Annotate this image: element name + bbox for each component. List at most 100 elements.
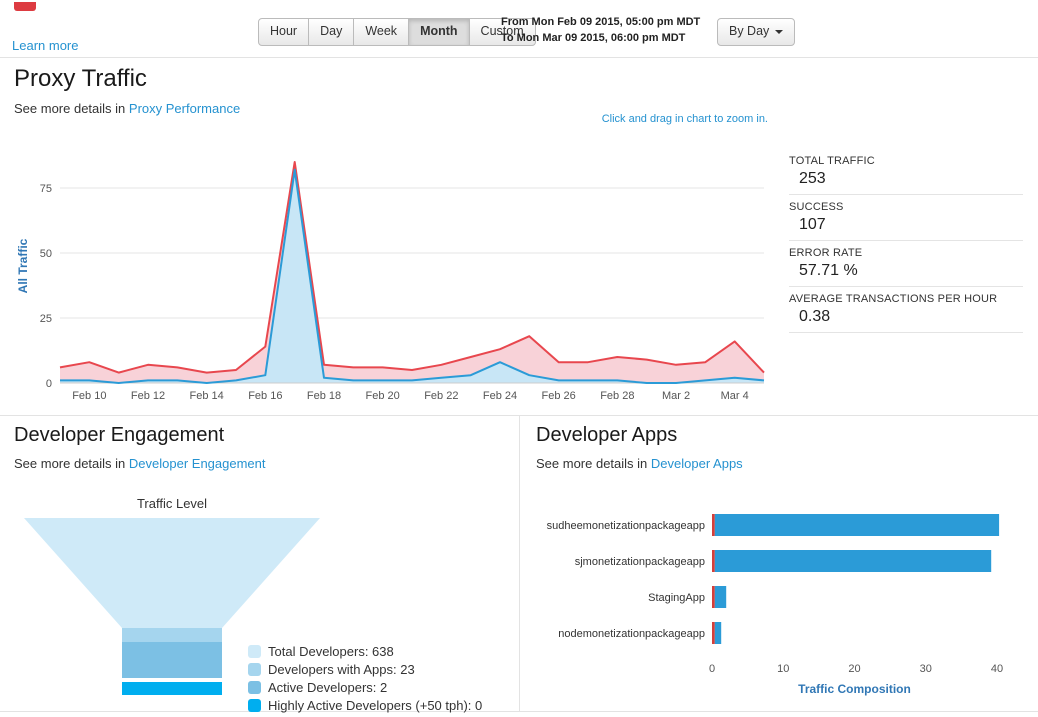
error-bar[interactable] [712, 622, 715, 644]
success-line [60, 168, 765, 384]
stat-label: ERROR RATE [789, 247, 863, 259]
range-button-hour[interactable]: Hour [258, 18, 310, 46]
legend-item: Active Developers: 2 [248, 680, 482, 695]
stat-value: 107 [799, 216, 826, 233]
bar-category-label: sudheemonetizationpackageapp [547, 520, 705, 532]
range-button-week[interactable]: Week [353, 18, 410, 46]
legend-item: Highly Active Developers (+50 tph): 0 [248, 698, 482, 713]
y-tick-label: 25 [40, 313, 52, 325]
stat-avg-tph: AVERAGE TRANSACTIONS PER HOUR 0.38 [789, 291, 1023, 333]
legend-label: Developers with Apps: 23 [268, 662, 415, 677]
success-area [60, 169, 764, 383]
developer-engagement-title: Developer Engagement [14, 424, 225, 446]
x-tick-label: Feb 14 [190, 390, 224, 402]
y-tick-label: 75 [40, 183, 52, 195]
legend-swatch [248, 645, 261, 658]
zoom-hint: Click and drag in chart to zoom in. [601, 113, 768, 125]
x-tick-label: 0 [709, 663, 715, 675]
time-range-button-group: Hour Day Week Month Custom [258, 18, 536, 46]
proxy-traffic-subtitle: See more details in Proxy Performance [14, 101, 240, 116]
x-tick-label: 10 [777, 663, 789, 675]
funnel-segment-total-developers [24, 518, 320, 628]
traffic-bar[interactable] [714, 514, 1000, 536]
stat-value: 57.71 % [799, 262, 858, 279]
date-to: To Mon Mar 09 2015, 06:00 pm MDT [501, 31, 686, 44]
error-bar[interactable] [712, 514, 715, 536]
stat-error-rate: ERROR RATE 57.71 % [789, 245, 1023, 287]
x-tick-label: Mar 4 [721, 390, 749, 402]
legend-swatch [248, 699, 261, 712]
y-tick-label: 0 [46, 378, 52, 390]
x-tick-label: Feb 20 [366, 390, 400, 402]
logo-fragment [14, 2, 36, 11]
bar-category-label: StagingApp [648, 592, 705, 604]
traffic-bar[interactable] [714, 586, 727, 608]
stat-total-traffic: TOTAL TRAFFIC 253 [789, 153, 1023, 195]
traffic-stats-panel: TOTAL TRAFFIC 253 SUCCESS 107 ERROR RATE… [789, 153, 1023, 337]
stat-label: SUCCESS [789, 201, 844, 213]
funnel-segment-highly-active-developers [122, 682, 222, 695]
subtitle-text: See more details in [14, 101, 129, 116]
x-tick-label: Feb 28 [600, 390, 634, 402]
stat-success: SUCCESS 107 [789, 199, 1023, 241]
chevron-down-icon [775, 29, 784, 34]
bar-category-label: nodemonetizationpackageapp [558, 628, 705, 640]
legend-item: Total Developers: 638 [248, 644, 482, 659]
traffic-bar[interactable] [714, 550, 992, 572]
stat-value: 253 [799, 170, 826, 187]
legend-item: Developers with Apps: 23 [248, 662, 482, 677]
legend-swatch [248, 663, 261, 676]
subtitle-text: See more details in [536, 456, 651, 471]
error-bar[interactable] [712, 586, 715, 608]
y-axis-title: All Traffic [16, 238, 30, 293]
legend-swatch [248, 681, 261, 694]
bar-category-label: sjmonetizationpackageapp [575, 556, 705, 568]
proxy-performance-link[interactable]: Proxy Performance [129, 101, 240, 116]
developer-apps-bar-chart: sudheemonetizationpackageapp sjmonetizati… [547, 514, 1003, 696]
traffic-area [60, 162, 764, 383]
funnel-chart-title: Traffic Level [136, 496, 208, 511]
traffic-line [59, 161, 765, 374]
group-by-dropdown[interactable]: By Day [717, 18, 796, 46]
analytics-dashboard: Learn more Hour Day Week Month Custom Fr… [0, 0, 1038, 717]
date-from: From Mon Feb 09 2015, 05:00 pm MDT [501, 16, 701, 28]
legend-label: Active Developers: 2 [268, 680, 388, 695]
proxy-traffic-section: Proxy Traffic See more details in Proxy … [0, 57, 1038, 416]
range-button-month[interactable]: Month [408, 18, 470, 46]
learn-more-link[interactable]: Learn more [12, 38, 78, 53]
developer-apps-subtitle: See more details in Developer Apps [536, 456, 743, 471]
x-tick-label: Feb 26 [542, 390, 576, 402]
legend-label: Total Developers: 638 [268, 644, 394, 659]
error-bar[interactable] [712, 550, 715, 572]
x-tick-label: Mar 2 [662, 390, 690, 402]
stat-label: TOTAL TRAFFIC [789, 155, 875, 167]
y-tick-label: 50 [40, 248, 52, 260]
x-tick-label: Feb 24 [483, 390, 517, 402]
developer-apps-title: Developer Apps [536, 424, 678, 446]
developer-engagement-link[interactable]: Developer Engagement [129, 456, 266, 471]
traffic-bar[interactable] [714, 622, 722, 644]
group-by-label: By Day [729, 24, 770, 38]
proxy-traffic-title: Proxy Traffic [14, 65, 147, 92]
bottom-row: Developer Engagement See more details in… [0, 416, 1038, 713]
legend-label: Highly Active Developers (+50 tph): 0 [268, 698, 483, 713]
developer-engagement-section: Developer Engagement See more details in… [0, 416, 520, 713]
x-tick-label: 40 [991, 663, 1003, 675]
date-range: From Mon Feb 09 2015, 05:00 pm MDT To Mo… [501, 15, 700, 47]
x-tick-label: Feb 10 [72, 390, 106, 402]
x-tick-label: Feb 18 [307, 390, 341, 402]
range-button-day[interactable]: Day [308, 18, 355, 46]
traffic-chart[interactable]: 0 25 50 75 Feb 10 Feb 12 Feb 14 Feb 16 Feb 18 Feb… [14, 133, 774, 405]
x-axis-title: Traffic Composition [798, 682, 911, 696]
developer-engagement-subtitle: See more details in Developer Engagement [14, 456, 266, 471]
developer-apps-section: Developer Apps See more details in Devel… [520, 416, 1038, 711]
x-tick-label: 30 [920, 663, 932, 675]
x-tick-label: Feb 12 [131, 390, 165, 402]
x-tick-label: Feb 16 [248, 390, 282, 402]
funnel-segment-active-developers [122, 642, 222, 678]
developer-apps-link[interactable]: Developer Apps [651, 456, 743, 471]
stat-value: 0.38 [799, 308, 831, 325]
x-tick-label: Feb 22 [424, 390, 458, 402]
x-tick-label: 20 [848, 663, 860, 675]
topbar: Learn more Hour Day Week Month Custom Fr… [0, 0, 1038, 58]
